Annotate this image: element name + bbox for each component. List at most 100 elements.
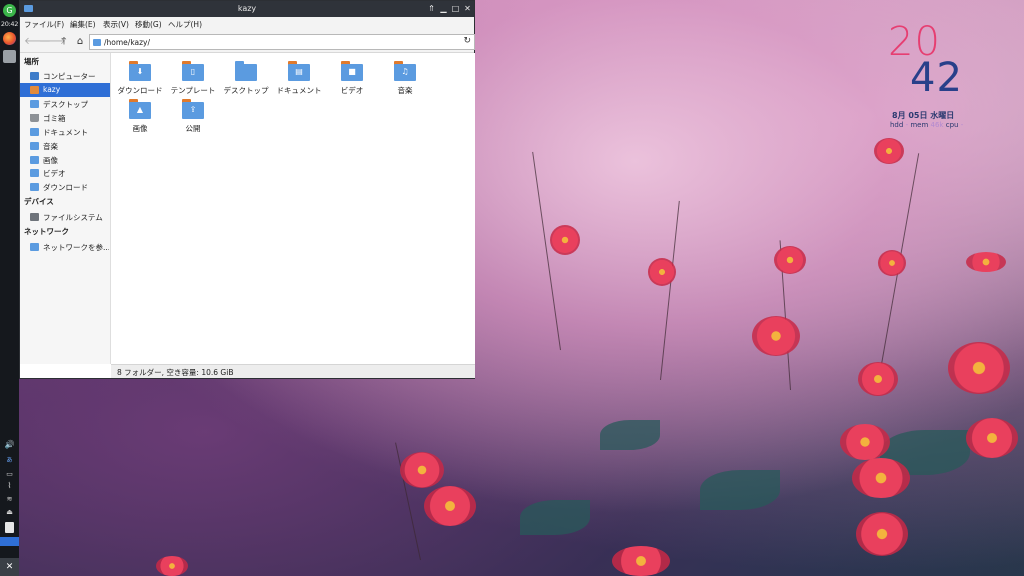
- menu-launcher-icon[interactable]: G: [3, 4, 16, 17]
- templates-folder-icon: ▯: [182, 61, 204, 81]
- file-item-pictures[interactable]: ▲ 画像: [113, 93, 167, 135]
- forward-button[interactable]: 🡒: [39, 35, 66, 49]
- pictures-folder-icon: ▲: [129, 99, 151, 119]
- sidebar-item-home[interactable]: kazy: [20, 83, 110, 97]
- speaker-icon[interactable]: 🔊: [4, 441, 15, 449]
- wifi-icon[interactable]: ≋: [4, 495, 15, 503]
- wallpaper-flower: [648, 258, 676, 286]
- conky-widget: 20 42 8月 05日 水曜日 hdd - mem 46k cpu -: [888, 22, 1008, 132]
- back-button[interactable]: 🡐: [24, 35, 51, 49]
- file-name: ビデオ: [340, 86, 364, 95]
- file-item-documents[interactable]: ▤ ドキュメント: [272, 55, 326, 97]
- menu-edit[interactable]: 編集(E): [70, 19, 96, 30]
- documents-icon: [30, 128, 39, 136]
- wallpaper-flower: [424, 486, 476, 526]
- wallpaper-flower: [878, 250, 906, 276]
- file-manager-window: kazy ⇑ ▁ □ ✕ ファイル(F) 編集(E) 表示(V) 移動(G) ヘ…: [19, 0, 475, 379]
- conky-mem-label: mem: [910, 121, 929, 129]
- paperclip-icon[interactable]: ⌇: [4, 482, 15, 490]
- menu-go[interactable]: 移動(G): [135, 19, 162, 30]
- videos-icon: [30, 169, 39, 177]
- home-icon: [30, 86, 39, 94]
- wallpaper-flower: [966, 418, 1018, 458]
- sidebar-item-browse-network[interactable]: ネットワークを参...: [20, 240, 110, 254]
- network-icon[interactable]: あ: [4, 457, 15, 465]
- menu-help[interactable]: ヘルプ(H): [168, 19, 202, 30]
- sidebar-item-label: 画像: [43, 156, 58, 165]
- wallpaper-flower: [852, 458, 910, 498]
- file-manager-launcher-icon[interactable]: [3, 50, 16, 63]
- sidebar-item-music[interactable]: 音楽: [20, 139, 110, 153]
- location-path[interactable]: /home/kazy/: [104, 38, 150, 47]
- menu-bar: ファイル(F) 編集(E) 表示(V) 移動(G) ヘルプ(H): [20, 17, 474, 31]
- file-name: 音楽: [397, 86, 413, 95]
- sidebar: 場所 コンピューター kazy デスクトップ ゴミ箱 ドキュメント 音楽 画像: [20, 53, 111, 364]
- workspace-icon[interactable]: [0, 537, 19, 546]
- wallpaper-flower: [400, 452, 444, 488]
- network-folder-icon: [30, 243, 39, 251]
- eject-icon[interactable]: ⏏: [4, 508, 15, 516]
- panel-clock[interactable]: 20:42: [0, 20, 19, 28]
- sidebar-item-trash[interactable]: ゴミ箱: [20, 111, 110, 125]
- wallpaper-flower: [550, 225, 580, 255]
- file-item-videos[interactable]: ■ ビデオ: [325, 55, 379, 97]
- wallpaper-flower: [856, 512, 908, 556]
- status-text: 8 フォルダー, 空き容量: 10.6 GiB: [117, 368, 234, 377]
- menu-file[interactable]: ファイル(F): [24, 19, 64, 30]
- conky-date: 8月 05日 水曜日: [892, 111, 955, 120]
- sidebar-item-label: ネットワークを参...: [43, 243, 109, 252]
- file-item-downloads[interactable]: ⬇ ダウンロード: [113, 55, 167, 97]
- sidebar-item-label: ファイルシステム: [43, 213, 103, 222]
- minimize-icon[interactable]: ▁: [438, 3, 449, 14]
- wallpaper-flower: [612, 546, 670, 576]
- wallpaper-flower: [752, 316, 800, 356]
- music-icon: [30, 142, 39, 150]
- sidebar-item-label: 音楽: [43, 142, 58, 151]
- window-icon[interactable]: ▭: [4, 470, 15, 478]
- public-folder-icon: ⇪: [182, 99, 204, 119]
- sidebar-item-videos[interactable]: ビデオ: [20, 166, 110, 180]
- menu-view[interactable]: 表示(V): [103, 19, 129, 30]
- sidebar-item-label: デスクトップ: [43, 100, 88, 109]
- sidebar-item-documents[interactable]: ドキュメント: [20, 125, 110, 139]
- close-icon[interactable]: ✕: [462, 3, 473, 14]
- music-folder-icon: ♫: [394, 61, 416, 81]
- maximize-icon[interactable]: □: [450, 3, 461, 14]
- file-item-templates[interactable]: ▯ テンプレート: [166, 55, 220, 97]
- conky-hdd-label: hdd: [890, 121, 904, 129]
- home-button[interactable]: ⌂: [73, 35, 87, 49]
- sidebar-item-computer[interactable]: コンピューター: [20, 69, 110, 83]
- wallpaper-flower: [156, 556, 188, 576]
- sidebar-item-downloads[interactable]: ダウンロード: [20, 180, 110, 194]
- conky-minutes: 42: [910, 55, 963, 101]
- reload-icon[interactable]: ↻: [463, 36, 471, 46]
- window-title: kazy: [237, 4, 257, 13]
- file-name: 公開: [185, 124, 201, 133]
- firefox-icon[interactable]: [3, 32, 16, 45]
- sidebar-item-label: ダウンロード: [43, 183, 88, 192]
- sidebar-item-pictures[interactable]: 画像: [20, 153, 110, 167]
- wallpaper-flower: [840, 424, 890, 460]
- download-folder-icon: ⬇: [129, 61, 151, 81]
- location-bar[interactable]: /home/kazy/ ↻: [89, 34, 475, 50]
- battery-icon[interactable]: [5, 522, 14, 533]
- sidebar-header-places: 場所: [24, 57, 39, 66]
- wallpaper-flower: [874, 138, 904, 164]
- wallpaper-leaf: [700, 470, 780, 510]
- file-view: ⬇ ダウンロード ▯ テンプレート デスクトップ ▤ ドキュメント ■ ビデオ …: [111, 53, 475, 364]
- conky-cpu-value: -: [960, 121, 964, 129]
- file-item-music[interactable]: ♫ 音楽: [378, 55, 432, 97]
- file-item-public[interactable]: ⇪ 公開: [166, 93, 220, 135]
- sidebar-item-filesystem[interactable]: ファイルシステム: [20, 210, 110, 224]
- window-up-icon[interactable]: ⇑: [426, 3, 437, 14]
- file-item-desktop[interactable]: デスクトップ: [219, 55, 273, 97]
- wallpaper-leaf: [520, 500, 590, 535]
- up-button[interactable]: 🡑: [57, 35, 71, 49]
- title-bar[interactable]: kazy ⇑ ▁ □ ✕: [20, 1, 474, 17]
- start-menu-icon[interactable]: ✕: [0, 558, 19, 576]
- drive-icon: [30, 213, 39, 221]
- sidebar-item-desktop[interactable]: デスクトップ: [20, 97, 110, 111]
- left-panel: G 20:42 🔊 あ ▭ ⌇ ≋ ⏏ ✕: [0, 0, 19, 576]
- location-folder-icon: [93, 39, 101, 46]
- conky-stats: hdd - mem 46k cpu -: [890, 121, 963, 129]
